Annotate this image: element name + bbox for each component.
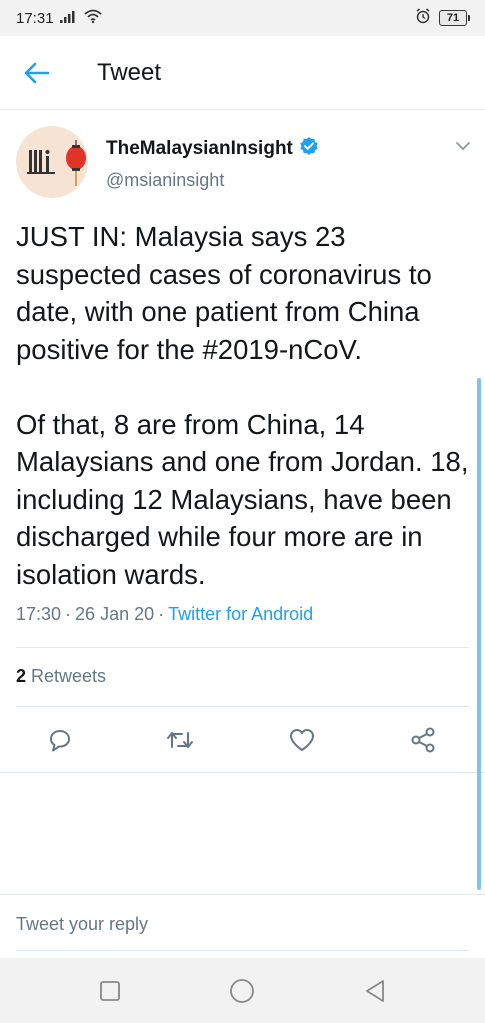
reply-button[interactable] — [38, 718, 82, 762]
reply-input[interactable]: Tweet your reply — [16, 914, 148, 935]
signal-icon — [59, 10, 78, 27]
retweet-label: Retweets — [31, 666, 107, 686]
status-time: 17:31 — [16, 9, 54, 27]
circle-icon — [230, 979, 254, 1003]
scrollbar[interactable] — [477, 378, 481, 890]
tweet-text: JUST IN: Malaysia says 23 suspected case… — [16, 218, 471, 593]
status-left: 17:31 — [16, 9, 102, 27]
heart-icon — [290, 729, 314, 751]
retweet-count: 2 — [16, 666, 27, 686]
tweet-source-link[interactable]: Twitter for Android — [168, 604, 313, 625]
tweet-meta: 17:30 · 26 Jan 20 · Twitter for Android — [16, 604, 313, 625]
back-button[interactable] — [0, 36, 80, 110]
retweet-icon — [167, 732, 193, 748]
status-bar: 17:31 71 — [0, 0, 485, 36]
tweet-time: 17:30 — [16, 604, 62, 624]
tweet-header: TheMalaysianInsight @msianinsight — [16, 126, 471, 202]
divider — [16, 950, 469, 951]
status-right: 71 — [415, 8, 470, 28]
meta-separator: · — [65, 604, 72, 624]
verified-badge-icon — [299, 136, 319, 161]
back-nav-button[interactable] — [361, 977, 389, 1005]
divider — [16, 647, 469, 648]
square-icon — [100, 981, 120, 1001]
system-nav-bar — [0, 958, 485, 1023]
author-name-row[interactable]: TheMalaysianInsight — [106, 136, 319, 161]
recents-button[interactable] — [96, 977, 124, 1005]
author-handle[interactable]: @msianinsight — [106, 170, 224, 191]
app-bar: Tweet — [0, 36, 485, 110]
battery-icon: 71 — [439, 10, 470, 26]
tweet-date: 26 Jan 20 — [75, 604, 155, 624]
share-button[interactable] — [401, 718, 445, 762]
wifi-icon — [83, 9, 102, 27]
retweets-link[interactable]: 2 Retweets — [16, 666, 106, 687]
tweet-paragraph: Of that, 8 are from China, 14 Malaysians… — [16, 408, 469, 590]
retweet-button[interactable] — [158, 718, 202, 762]
alarm-icon — [415, 8, 431, 28]
tweet-paragraph: JUST IN: Malaysia says 23 suspected case… — [16, 221, 432, 365]
author-display-name: TheMalaysianInsight — [106, 137, 293, 159]
chevron-down-icon — [456, 142, 470, 150]
arrow-left-icon — [24, 62, 50, 83]
like-button[interactable] — [280, 718, 324, 762]
tweet-detail-screen: 17:31 71 Tweet TheMalaysianInsight @msia… — [0, 0, 485, 1023]
share-icon — [411, 727, 435, 753]
meta-separator: · — [158, 604, 165, 624]
avatar[interactable] — [16, 126, 88, 198]
divider — [0, 894, 485, 895]
page-title: Tweet — [97, 58, 162, 86]
home-button[interactable] — [228, 977, 256, 1005]
reply-icon — [50, 730, 70, 752]
tweet-actions — [0, 718, 485, 762]
divider — [0, 772, 485, 773]
triangle-back-icon — [366, 980, 384, 1002]
divider — [16, 706, 469, 707]
more-options-button[interactable] — [455, 138, 471, 156]
